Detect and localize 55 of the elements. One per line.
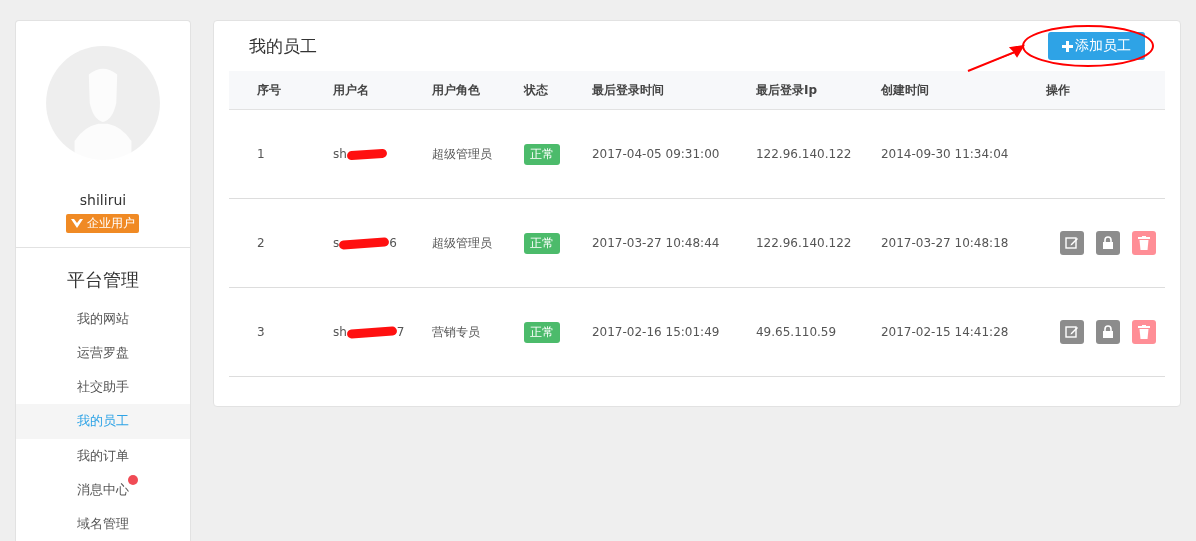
table-cell-text: 2014-09-30 11:34:04	[880, 147, 1010, 161]
edit-button[interactable]	[1059, 320, 1084, 344]
delete-button[interactable]	[1131, 320, 1156, 344]
column-header: 操作	[1045, 81, 1071, 99]
plus-icon	[1062, 40, 1073, 52]
column-header: 用户名	[332, 81, 370, 99]
table-cell-text: 122.96.140.122	[755, 236, 853, 250]
table-cell-text: 超级管理员	[431, 145, 493, 163]
sidebar-item[interactable]: 我的网站	[16, 301, 190, 337]
lock-button[interactable]	[1095, 231, 1120, 255]
user-name: shilirui	[79, 191, 127, 208]
trash-icon	[1137, 325, 1150, 339]
edit-button[interactable]	[1059, 231, 1084, 255]
table-cell-text: 2017-03-27 10:48:18	[880, 236, 1010, 250]
username-text: sh	[332, 147, 347, 161]
username-text: 7	[396, 325, 405, 339]
lock-icon	[1101, 325, 1114, 339]
sidebar-item[interactable]: 消息中心	[16, 472, 190, 507]
username-text: sh	[332, 325, 347, 339]
status-badge: 正常	[523, 321, 560, 343]
sidebar-item[interactable]: 域名管理	[16, 506, 190, 541]
column-header: 序号	[256, 81, 282, 99]
username-text: 6	[389, 236, 397, 250]
column-header: 最后登录时间	[591, 81, 665, 99]
table-cell-text: 2	[256, 236, 266, 250]
v-icon	[70, 217, 85, 230]
status-badge: 正常	[523, 143, 560, 165]
column-header: 状态	[523, 81, 549, 99]
table-cell-text: 3	[256, 325, 266, 339]
panel-title: 我的员工	[248, 34, 317, 58]
username-text: s	[332, 236, 340, 250]
sidebar-title: 平台管理	[67, 267, 139, 292]
table-cell-text: 122.96.140.122	[755, 147, 853, 161]
trash-icon	[1137, 236, 1150, 250]
table-cell-text: 营销专员	[431, 323, 481, 341]
table-cell-text: 2017-03-27 10:48:44	[591, 236, 721, 250]
badge-text: 企业用户	[87, 214, 136, 232]
sidebar-item[interactable]: 我的订单	[16, 438, 190, 473]
table-cell-text: 2017-04-05 09:31:00	[591, 147, 721, 161]
edit-icon	[1064, 325, 1079, 339]
delete-button[interactable]	[1131, 231, 1156, 255]
sidebar-item[interactable]: 社交助手	[16, 370, 190, 405]
table-cell-text: 2017-02-15 14:41:28	[880, 325, 1010, 339]
table-cell-text: 2017-02-16 15:01:49	[591, 325, 721, 339]
column-header: 创建时间	[880, 81, 930, 99]
table-cell-text: 1	[256, 147, 266, 161]
status-badge: 正常	[523, 232, 560, 254]
lock-button[interactable]	[1095, 320, 1120, 344]
column-header: 最后登录Ip	[755, 81, 819, 99]
edit-icon	[1064, 236, 1079, 250]
sidebar-item[interactable]: 运营罗盘	[16, 336, 190, 371]
table-cell-text: 超级管理员	[431, 234, 493, 252]
table-cell-text: 49.65.110.59	[755, 325, 838, 339]
lock-icon	[1101, 236, 1114, 250]
column-header: 用户角色	[431, 81, 481, 99]
